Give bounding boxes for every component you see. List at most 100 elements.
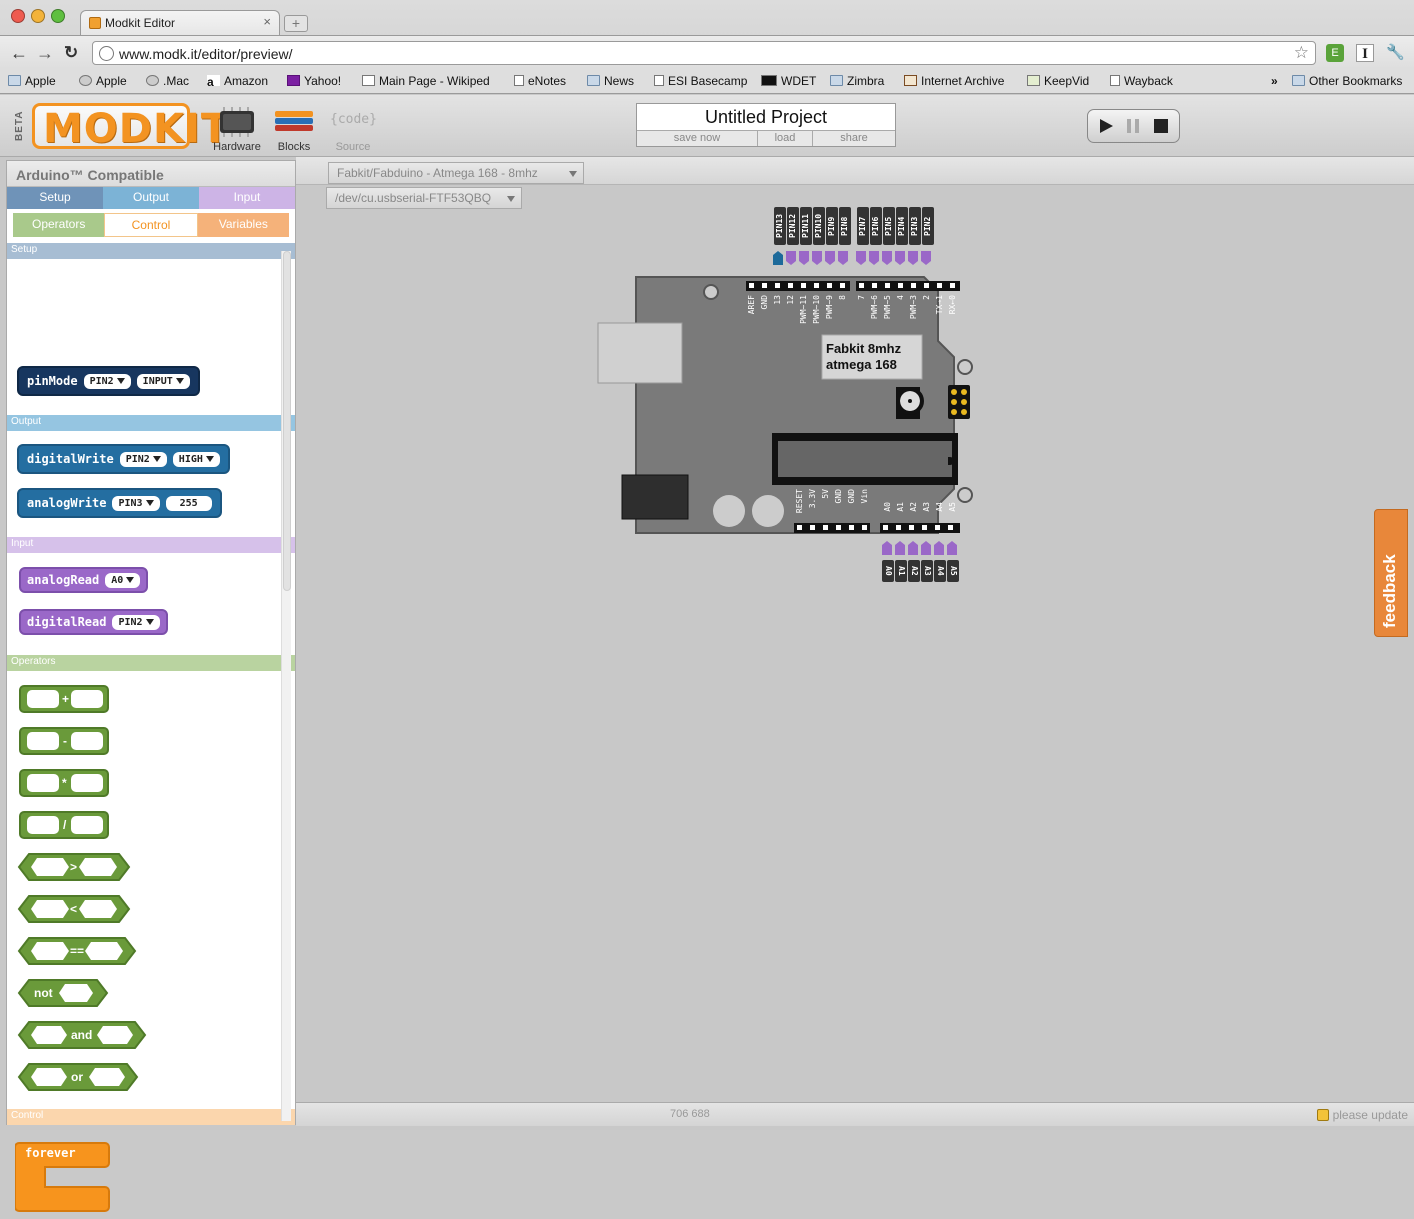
pin-dropdown[interactable]: PIN2: [119, 451, 167, 467]
tab-setup[interactable]: Setup: [7, 187, 103, 209]
minimize-window-button[interactable]: [31, 9, 45, 23]
category-input: Input: [7, 537, 295, 553]
hardware-mode-button[interactable]: Hardware: [209, 105, 265, 153]
bookmark-item[interactable]: Wayback: [1110, 74, 1173, 88]
analogwrite-block[interactable]: analogWrite PIN3 255: [17, 488, 222, 518]
pin-dropdown[interactable]: A0: [105, 572, 141, 588]
digitalread-block[interactable]: digitalRead PIN2: [19, 609, 168, 635]
feedback-tab[interactable]: feedback: [1374, 509, 1408, 637]
greater-than-block[interactable]: >: [17, 853, 131, 881]
bookmark-item[interactable]: .Mac: [146, 74, 189, 88]
pin-label[interactable]: PIN2: [922, 207, 934, 245]
pin-label[interactable]: PIN4: [896, 207, 908, 245]
other-bookmarks[interactable]: Other Bookmarks: [1292, 74, 1402, 88]
bottom-pin-markers[interactable]: [880, 541, 960, 557]
port-select[interactable]: /dev/cu.usbserial-FTF53QBQ: [326, 187, 522, 209]
analogread-block[interactable]: analogRead A0: [19, 567, 149, 593]
save-now-button[interactable]: save now: [637, 131, 758, 146]
bookmark-item[interactable]: Zimbra: [830, 74, 884, 88]
or-block[interactable]: or: [17, 1063, 139, 1091]
cursor-coordinates: 706 688: [670, 1108, 710, 1120]
pin-label[interactable]: PIN13: [774, 207, 786, 245]
tab-input[interactable]: Input: [199, 187, 295, 209]
value-dropdown[interactable]: HIGH: [172, 451, 220, 467]
pinmode-block[interactable]: pinMode PIN2 INPUT: [17, 366, 200, 396]
bookmark-item[interactable]: Yahoo!: [287, 74, 341, 88]
pin-label[interactable]: A1: [895, 560, 907, 582]
pin-label[interactable]: PIN6: [870, 207, 882, 245]
address-bar[interactable]: www.modk.it/editor/preview/ ☆: [92, 41, 1316, 65]
wrench-icon[interactable]: 🔧: [1386, 44, 1405, 62]
close-window-button[interactable]: [11, 9, 25, 23]
pin-label[interactable]: A3: [921, 560, 933, 582]
top-pin-markers[interactable]: [772, 251, 934, 267]
pin-label[interactable]: PIN3: [909, 207, 921, 245]
bookmark-item[interactable]: WDET: [761, 74, 816, 88]
pin-dropdown[interactable]: PIN2: [112, 614, 160, 630]
blocks-mode-button[interactable]: Blocks: [266, 105, 322, 153]
bookmark-item[interactable]: eNotes: [514, 74, 566, 88]
digitalwrite-block[interactable]: digitalWrite PIN2 HIGH: [17, 444, 230, 474]
pin-label[interactable]: PIN9: [826, 207, 838, 245]
bookmark-item[interactable]: News: [587, 74, 634, 88]
not-block[interactable]: not: [17, 979, 109, 1007]
play-icon[interactable]: [1094, 114, 1118, 138]
reload-icon[interactable]: ↻: [64, 43, 78, 63]
pin-label[interactable]: A0: [882, 560, 894, 582]
pin-label[interactable]: PIN5: [883, 207, 895, 245]
forward-icon[interactable]: →: [36, 43, 54, 64]
reset-button-icon[interactable]: [896, 387, 924, 415]
load-button[interactable]: load: [758, 131, 813, 146]
browser-tab[interactable]: Modkit Editor ×: [80, 10, 280, 35]
tab-operators[interactable]: Operators: [13, 213, 105, 237]
divide-operator-block[interactable]: /: [19, 811, 109, 839]
more-bookmarks-chevron-icon[interactable]: »: [1271, 74, 1278, 88]
evernote-icon[interactable]: E: [1326, 44, 1344, 62]
block-label: analogWrite: [27, 496, 107, 510]
pin-label[interactable]: PIN10: [813, 207, 825, 245]
pin-label[interactable]: PIN8: [839, 207, 851, 245]
bookmark-item[interactable]: Internet Archive: [904, 74, 1004, 88]
source-mode-button[interactable]: {code} Source: [325, 105, 381, 153]
pin-label[interactable]: A2: [908, 560, 920, 582]
value-input[interactable]: 255: [165, 495, 212, 511]
bookmark-item[interactable]: Apple: [8, 74, 56, 88]
zoom-window-button[interactable]: [51, 9, 65, 23]
forever-block[interactable]: forever: [15, 1139, 111, 1219]
bookmark-item[interactable]: Main Page - Wikiped: [362, 74, 490, 88]
equals-block[interactable]: ==: [17, 937, 137, 965]
stop-icon[interactable]: [1149, 114, 1173, 138]
subtract-operator-block[interactable]: -: [19, 727, 109, 755]
pin-dropdown[interactable]: PIN2: [83, 373, 131, 389]
pin-label[interactable]: A5: [947, 560, 959, 582]
bookmark-star-icon[interactable]: ☆: [1294, 43, 1309, 63]
pause-icon[interactable]: [1121, 114, 1145, 138]
less-than-block[interactable]: <: [17, 895, 131, 923]
scrollbar-thumb[interactable]: [283, 251, 291, 591]
tab-close-icon[interactable]: ×: [263, 14, 271, 29]
bookmark-item[interactable]: a Amazon: [207, 74, 268, 89]
pin-label[interactable]: PIN12: [787, 207, 799, 245]
pin-label[interactable]: PIN11: [800, 207, 812, 245]
back-icon[interactable]: ←: [10, 43, 28, 64]
instapaper-icon[interactable]: I: [1356, 44, 1374, 62]
share-button[interactable]: share: [813, 131, 895, 146]
update-notice[interactable]: please update: [1316, 1108, 1408, 1122]
palette-scrollbar[interactable]: [281, 251, 291, 1121]
pin-dropdown[interactable]: PIN3: [112, 495, 160, 511]
mode-dropdown[interactable]: INPUT: [136, 373, 190, 389]
board-select[interactable]: Fabkit/Fabduino - Atmega 168 - 8mhz: [328, 162, 584, 184]
bookmark-item[interactable]: KeepVid: [1027, 74, 1089, 88]
pin-label[interactable]: A4: [934, 560, 946, 582]
pin-label[interactable]: PIN7: [857, 207, 869, 245]
tab-variables[interactable]: Variables: [197, 213, 289, 237]
multiply-operator-block[interactable]: *: [19, 769, 109, 797]
bookmark-item[interactable]: Apple: [79, 74, 127, 88]
add-operator-block[interactable]: +: [19, 685, 109, 713]
tab-control[interactable]: Control: [104, 213, 198, 237]
project-name[interactable]: Untitled Project: [637, 104, 895, 130]
new-tab-button[interactable]: +: [284, 15, 308, 32]
bookmark-item[interactable]: ESI Basecamp: [654, 74, 747, 88]
tab-output[interactable]: Output: [103, 187, 199, 209]
and-block[interactable]: and: [17, 1021, 147, 1049]
